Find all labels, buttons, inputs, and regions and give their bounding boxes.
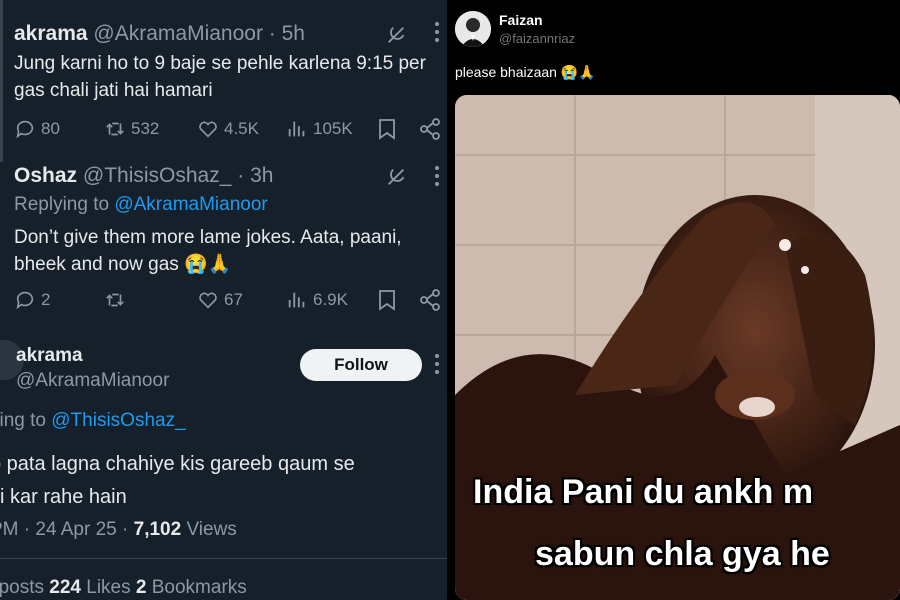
author-handle[interactable]: @AkramaMianoor — [16, 370, 169, 392]
views-button[interactable]: 105K — [286, 116, 353, 142]
reply-count: 80 — [41, 119, 60, 138]
reposts-label[interactable]: eposts — [0, 577, 49, 598]
tweet-akrama-focused[interactable]: akrama @AkramaMianoor Follow ying to @Th… — [0, 330, 447, 600]
tweet-timestamp[interactable]: PM · 24 Apr 25 · — [0, 519, 134, 540]
tweet-actions: 2 67 6.9K — [14, 287, 444, 313]
views-icon — [288, 121, 305, 137]
replying-prefix: Replying to — [14, 194, 115, 215]
mention-link[interactable]: @AkramaMianoor — [114, 194, 267, 215]
like-count: 67 — [224, 290, 243, 309]
tweet-header: Oshaz @ThisisOshaz_ · 3h — [14, 164, 273, 188]
like-button[interactable]: 67 — [197, 287, 243, 313]
bookmark-icon[interactable] — [377, 289, 397, 311]
tweet-text: o pata lagna chahiye kis gareeb qaum se … — [0, 448, 420, 514]
tweet-text: Don’t give them more lame jokes. Aata, p… — [14, 227, 402, 275]
views-count: 7,102 — [133, 519, 182, 540]
replying-prefix: ying to — [0, 410, 46, 431]
grok-icon[interactable] — [385, 24, 407, 46]
reply-button[interactable]: 80 — [14, 116, 60, 142]
thread-line — [0, 150, 3, 162]
repost-icon — [106, 122, 124, 136]
left-screenshot: akrama @AkramaMianoor · 5h Jung karni ho… — [0, 0, 447, 600]
replying-to: ying to @ThisisOshaz_ — [0, 410, 186, 432]
author-handle[interactable]: @faizannriaz — [499, 31, 575, 46]
divider — [0, 558, 447, 559]
bookmarks-label[interactable]: Bookmarks — [146, 577, 247, 598]
share-icon[interactable] — [419, 289, 441, 311]
views-button[interactable]: 6.9K — [286, 287, 348, 313]
right-screenshot: Faizan @faizannriaz please bhaizaan 😭🙏 I… — [453, 0, 900, 600]
reply-icon — [16, 291, 34, 310]
views-icon — [288, 292, 305, 308]
repost-button[interactable] — [104, 287, 131, 313]
author-name[interactable]: Oshaz — [14, 164, 77, 187]
avatar-image — [455, 11, 491, 47]
like-icon — [199, 292, 217, 309]
replying-to: Replying to @AkramaMianoor — [14, 194, 268, 216]
repost-button[interactable]: 532 — [104, 116, 159, 142]
views-count: 105K — [313, 119, 353, 138]
meme-caption: India Pani du ankh m — [473, 473, 814, 511]
meme-caption: sabun chla gya he — [535, 535, 830, 573]
more-icon[interactable] — [435, 166, 441, 188]
author-handle[interactable]: @ThisisOshaz_ — [83, 164, 232, 187]
tweet-text-line: o pata lagna chahiye kis gareeb qaum se — [0, 453, 355, 475]
avatar[interactable] — [455, 11, 491, 47]
author-handle[interactable]: @AkramaMianoor — [93, 22, 263, 45]
share-icon[interactable] — [419, 118, 441, 140]
more-icon[interactable] — [435, 354, 441, 376]
meme-image[interactable]: India Pani du ankh m sabun chla gya he — [455, 95, 900, 600]
tweet-meta: PM · 24 Apr 25 · 7,102 Views — [0, 519, 237, 541]
reply-count: 2 — [41, 290, 51, 309]
like-count: 4.5K — [224, 119, 259, 138]
tweet-akrama-1[interactable]: akrama @AkramaMianoor · 5h Jung karni ho… — [0, 0, 447, 150]
author-name[interactable]: Faizan — [499, 12, 543, 28]
tweet-time[interactable]: · 5h — [269, 22, 305, 45]
tweet-header: akrama @AkramaMianoor · 5h — [14, 22, 305, 46]
author-name[interactable]: akrama — [14, 22, 88, 45]
likes-count[interactable]: 224 — [49, 577, 81, 598]
mention-link[interactable]: @ThisisOshaz_ — [51, 410, 185, 431]
meme-photo — [455, 95, 900, 600]
views-count: 6.9K — [313, 290, 348, 309]
likes-label[interactable]: Likes — [81, 577, 136, 598]
repost-icon — [106, 293, 124, 307]
follow-button[interactable]: Follow — [300, 349, 422, 381]
grok-icon[interactable] — [385, 166, 407, 188]
tweet-oshaz[interactable]: Oshaz @ThisisOshaz_ · 3h Replying to @Ak… — [0, 150, 447, 330]
bookmarks-count[interactable]: 2 — [136, 577, 147, 598]
tweet-time[interactable]: · 3h — [237, 164, 273, 187]
like-button[interactable]: 4.5K — [197, 116, 259, 142]
tweet-text-line: yi kar rahe hain — [0, 486, 127, 508]
tweet-actions: 80 532 4.5K 105K — [14, 116, 444, 142]
views-label: Views — [181, 519, 237, 540]
repost-count: 532 — [131, 119, 160, 138]
reply-icon — [16, 120, 34, 139]
tweet-stats: eposts 224 Likes 2 Bookmarks — [0, 577, 247, 599]
more-icon[interactable] — [435, 22, 441, 44]
like-icon — [199, 121, 217, 138]
reply-button[interactable]: 2 — [14, 287, 50, 313]
author-name[interactable]: akrama — [16, 345, 83, 367]
tweet-text: Jung karni ho to 9 baje se pehle karlena… — [14, 53, 426, 101]
tweet-text: please bhaizaan 😭🙏 — [455, 64, 596, 80]
thread-line — [0, 0, 3, 150]
bookmark-icon[interactable] — [377, 118, 397, 140]
